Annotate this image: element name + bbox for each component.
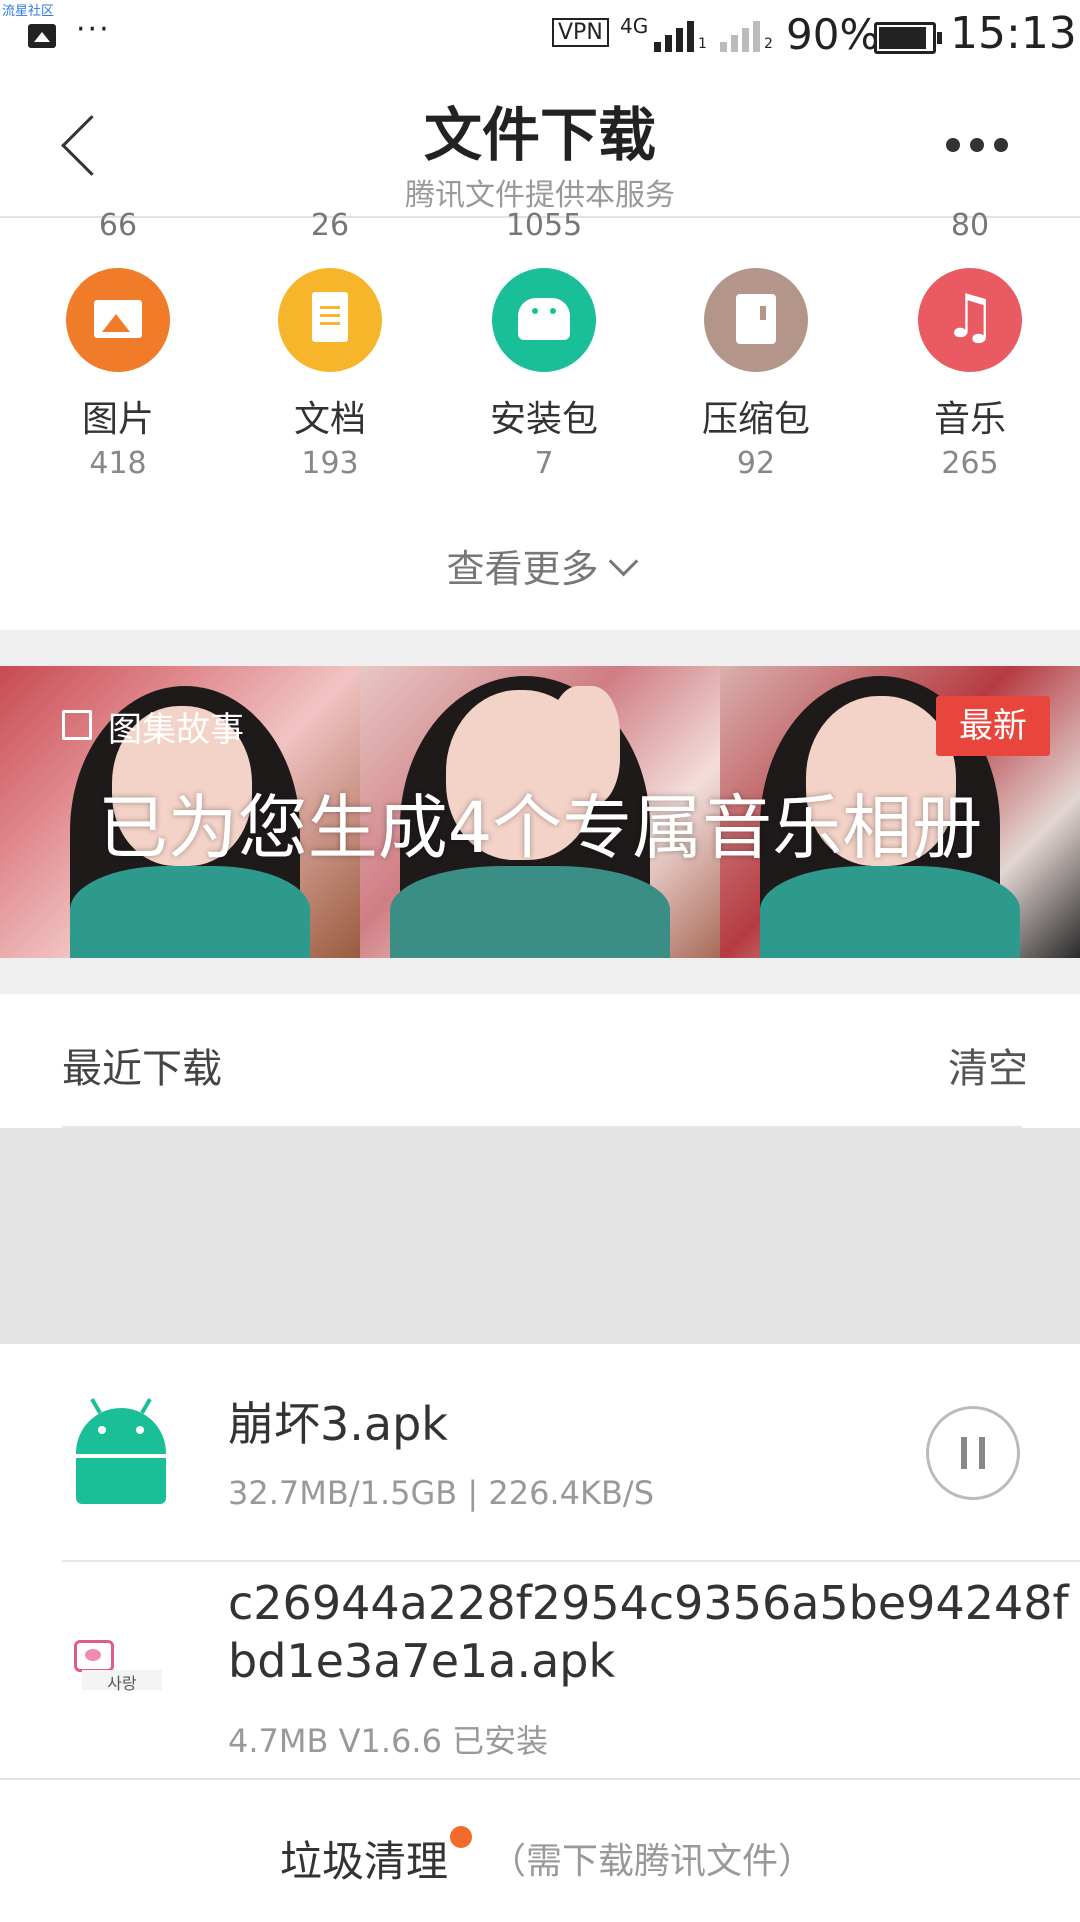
file-name: 崩坏3.apk (228, 1397, 448, 1451)
section-gap (0, 958, 1080, 994)
bottom-bar: 垃圾清理 （需下载腾讯文件） (0, 1778, 1080, 1922)
file-name: c26944a228f2954c9356a5be94248f (228, 1576, 1069, 1630)
junk-clean-button[interactable]: 垃圾清理 (280, 1828, 448, 1889)
category-apks[interactable]: 安装包 7 (444, 264, 644, 484)
file-info: 4.7MB V1.6.6 已安装 (228, 1722, 549, 1760)
zip-icon (704, 268, 808, 372)
album-icon (62, 710, 92, 740)
ad-placeholder (0, 1128, 1080, 1344)
signal-sim1-icon (654, 18, 702, 52)
banner-headline: 已为您生成4个专属音乐相册 (97, 787, 983, 869)
category-label: 文档 (293, 399, 366, 440)
category-count: 7 (534, 446, 554, 481)
header: 文件下载 腾讯文件提供本服务 (0, 72, 1080, 218)
app-icon: 사랑 (74, 1640, 162, 1693)
prev-row-count: 66 (98, 208, 138, 243)
music-album-banner[interactable]: 图集故事 最新 已为您生成4个专属音乐相册 (0, 666, 1080, 958)
category-count: 265 (941, 446, 999, 481)
pause-button[interactable] (926, 1406, 1020, 1500)
prev-row-count: 80 (950, 208, 990, 243)
view-more-button[interactable]: 查看更多 (0, 538, 1080, 593)
android-icon (76, 1398, 166, 1504)
file-progress: 32.7MB/1.5GB | 226.4KB/S (228, 1474, 654, 1512)
app-icon-text: 사랑 (82, 1670, 162, 1693)
more-notifications-icon: ··· (76, 12, 111, 47)
category-images[interactable]: 图片 418 (18, 264, 218, 484)
category-count: 418 (89, 446, 147, 481)
prev-row-count: 1055 (505, 208, 583, 243)
gallery-notification-icon (28, 24, 56, 48)
network-type: 4G (620, 14, 649, 38)
junk-clean-note: （需下载腾讯文件） (490, 1841, 815, 1882)
category-label: 音乐 (933, 399, 1006, 440)
sim1-label: 1 (698, 36, 707, 52)
page-title: 文件下载 (423, 101, 656, 169)
file-name-line2: bd1e3a7e1a.apk (228, 1634, 616, 1688)
new-badge: 最新 (936, 696, 1050, 756)
android-icon (492, 268, 596, 372)
category-music[interactable]: ♫ 音乐 265 (870, 264, 1070, 484)
vpn-indicator: VPN (552, 18, 609, 47)
status-bar: 流星社区 ··· VPN 4G 1 2 90% 15:13 (0, 0, 1080, 72)
category-label: 图片 (81, 399, 154, 440)
signal-sim2-icon (720, 18, 768, 52)
document-icon (278, 268, 382, 372)
category-count: 193 (301, 446, 359, 481)
recent-downloads-title: 最近下载 (62, 1046, 222, 1092)
battery-icon (874, 22, 942, 54)
section-gap (0, 630, 1080, 666)
clock: 15:13 (950, 8, 1077, 59)
view-more-label: 查看更多 (446, 547, 599, 591)
battery-percent: 90% (786, 10, 880, 59)
category-label: 安装包 (489, 399, 598, 440)
prev-row-count: 26 (310, 208, 350, 243)
category-count: 92 (736, 446, 776, 481)
clear-button[interactable]: 清空 (948, 1036, 1028, 1094)
chevron-down-icon (608, 546, 638, 577)
watermark-text: 流星社区 (2, 4, 55, 19)
banner-tag: 图集故事 (108, 710, 244, 750)
category-documents[interactable]: 文档 193 (230, 264, 430, 484)
category-archives[interactable]: 压缩包 92 (656, 264, 856, 484)
music-icon: ♫ (918, 268, 1022, 372)
image-icon (66, 268, 170, 372)
notification-dot (450, 1826, 472, 1848)
more-options-icon[interactable] (946, 138, 960, 152)
category-label: 压缩包 (701, 399, 810, 440)
sim2-label: 2 (764, 36, 773, 52)
